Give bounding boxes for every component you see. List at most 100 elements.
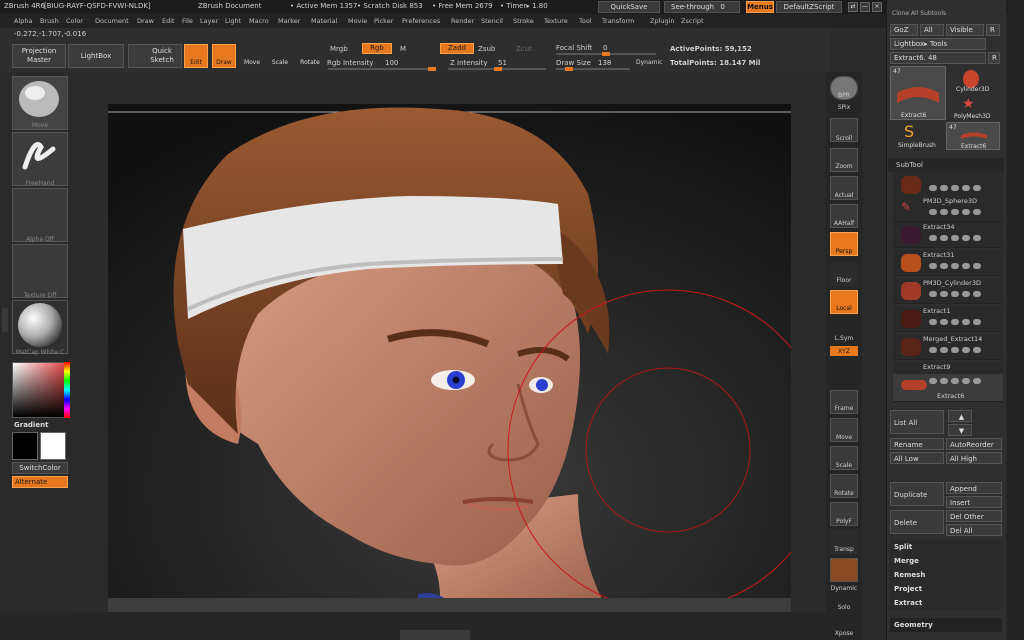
alternate-button[interactable]: Alternate [12, 476, 68, 488]
current-tool-slider[interactable]: Extract6. 48 [890, 52, 986, 64]
split-section[interactable]: Split [890, 540, 1002, 554]
delete-button[interactable]: Delete [890, 510, 944, 534]
xpose-label[interactable]: Xpose [826, 630, 862, 637]
alpha-thumbnail[interactable] [12, 188, 68, 242]
menu-alpha[interactable]: Alpha [14, 17, 32, 25]
menu-picker[interactable]: Picker [374, 17, 393, 25]
move-button[interactable]: Move [240, 44, 264, 68]
focal-shift-knob[interactable] [602, 52, 610, 56]
color-picker[interactable] [12, 362, 68, 418]
goz-button[interactable]: GoZ [890, 24, 918, 36]
subtool-row-selected[interactable]: Extract6 [893, 374, 1003, 402]
rotate-button[interactable]: Rotate [296, 44, 324, 68]
bottom-tray-toggle[interactable] [400, 630, 470, 640]
spix-label[interactable]: SPix [826, 104, 862, 111]
zsub-button[interactable]: Zsub [478, 45, 495, 53]
lsym-label[interactable]: L.Sym [826, 335, 862, 342]
menu-material[interactable]: Material [311, 17, 337, 25]
remesh-section[interactable]: Remesh [890, 568, 1002, 582]
subtool-toggles[interactable] [929, 291, 999, 298]
simplebrush-icon[interactable]: S [904, 122, 924, 142]
tool-thumb-extract6-b[interactable]: 47 Extract6 [946, 122, 1000, 150]
subtool-row[interactable]: Extract31 [893, 250, 1003, 276]
menu-file[interactable]: File [182, 17, 193, 25]
menu-document[interactable]: Document [95, 17, 129, 25]
draw-size-slider[interactable] [556, 67, 630, 71]
edit-button[interactable]: Edit [184, 44, 208, 68]
menu-marker[interactable]: Marker [278, 17, 300, 25]
projection-master-button[interactable]: Projection Master [12, 44, 66, 68]
menu-render[interactable]: Render [451, 17, 474, 25]
menu-edit[interactable]: Edit [162, 17, 175, 25]
subtool-header[interactable]: SubTool [888, 158, 1004, 172]
focal-shift-slider[interactable] [556, 52, 656, 56]
see-through-slider[interactable]: See-through 0 [664, 1, 740, 13]
arrow-up-icon[interactable]: ▲ [948, 410, 972, 422]
mrgb-button[interactable]: Mrgb [330, 45, 348, 53]
right-scrollbar[interactable] [1007, 0, 1024, 640]
menu-stroke[interactable]: Stroke [513, 17, 534, 25]
z-intensity-slider[interactable] [448, 67, 546, 71]
draw-size-knob[interactable] [565, 67, 574, 71]
rename-button[interactable]: Rename [890, 438, 944, 450]
secondary-color-swatch[interactable] [40, 432, 66, 460]
default-zscript-button[interactable]: DefaultZScript [776, 1, 842, 13]
switchcolor-button[interactable]: SwitchColor [12, 462, 68, 474]
arrows-icon[interactable]: ⇄ [848, 2, 858, 12]
list-all-button[interactable]: List All [890, 410, 944, 434]
texture-thumbnail[interactable] [12, 244, 68, 298]
lightbox-button[interactable]: LightBox [68, 44, 124, 68]
duplicate-button[interactable]: Duplicate [890, 482, 944, 506]
rgb-button[interactable]: Rgb [362, 43, 392, 54]
geometry-section[interactable]: Geometry [890, 618, 1002, 632]
insert-button[interactable]: Insert [946, 496, 1002, 508]
subtool-row[interactable]: Extract34 [893, 222, 1003, 248]
menu-color[interactable]: Color [66, 17, 83, 25]
menu-preferences[interactable]: Preferences [402, 17, 440, 25]
all-low-button[interactable]: All Low [890, 452, 944, 464]
rgb-intensity-knob[interactable] [428, 67, 436, 71]
append-button[interactable]: Append [946, 482, 1002, 494]
del-other-button[interactable]: Del Other [946, 510, 1002, 522]
document-canvas[interactable] [108, 104, 791, 612]
z-intensity-knob[interactable] [493, 67, 502, 71]
dynamic-toggle[interactable]: Dynamic [636, 59, 662, 66]
tool-thumb-extract6[interactable]: 47 Extract6 [890, 66, 946, 120]
subtool-toggles[interactable] [929, 209, 999, 216]
menu-tool[interactable]: Tool [579, 17, 592, 25]
menus-button[interactable]: Menus [746, 1, 774, 13]
subtool-toggles[interactable] [929, 378, 999, 385]
menu-stencil[interactable]: Stencil [481, 17, 503, 25]
del-all-button[interactable]: Del All [946, 524, 1002, 536]
menu-draw[interactable]: Draw [137, 17, 154, 25]
subtool-row[interactable]: PM3D_Cylinder3D [893, 278, 1003, 304]
extract-section[interactable]: Extract [890, 596, 1002, 610]
lightbox-tools-button[interactable]: Lightbox▸ Tools [890, 38, 986, 50]
left-tray-toggle[interactable] [2, 308, 8, 332]
clone-all-subtools[interactable]: Clone All Subtools [892, 10, 946, 17]
polymesh3d-icon[interactable]: ★ [962, 96, 982, 112]
draw-button[interactable]: Draw [212, 44, 236, 68]
subtool-toggles[interactable] [929, 347, 999, 354]
autoreorder-button[interactable]: AutoReorder [946, 438, 1002, 450]
scale-button[interactable]: Scale [268, 44, 292, 68]
r-button[interactable]: R [986, 24, 1000, 36]
quicksave-button[interactable]: QuickSave [598, 1, 660, 13]
menu-macro[interactable]: Macro [249, 17, 269, 25]
all-high-button[interactable]: All High [946, 452, 1002, 464]
visible-button[interactable]: Visible [946, 24, 984, 36]
subtool-toggles[interactable] [929, 185, 999, 192]
subtool-row[interactable]: Extract1 [893, 306, 1003, 332]
menu-zplugin[interactable]: Zplugin [650, 17, 675, 25]
solo-label[interactable]: Solo [826, 604, 862, 611]
menu-layer[interactable]: Layer [200, 17, 218, 25]
subtool-row[interactable]: ✎ PM3D_Sphere3D [893, 196, 1003, 222]
dynamic-solo-button[interactable] [830, 558, 858, 582]
stroke-thumbnail[interactable] [12, 132, 68, 186]
close-icon[interactable]: × [872, 2, 882, 12]
m-button[interactable]: M [400, 45, 406, 53]
menu-brush[interactable]: Brush [40, 17, 59, 25]
subtool-row[interactable]: Merged_Extract14 [893, 334, 1003, 360]
merge-section[interactable]: Merge [890, 554, 1002, 568]
project-section[interactable]: Project [890, 582, 1002, 596]
